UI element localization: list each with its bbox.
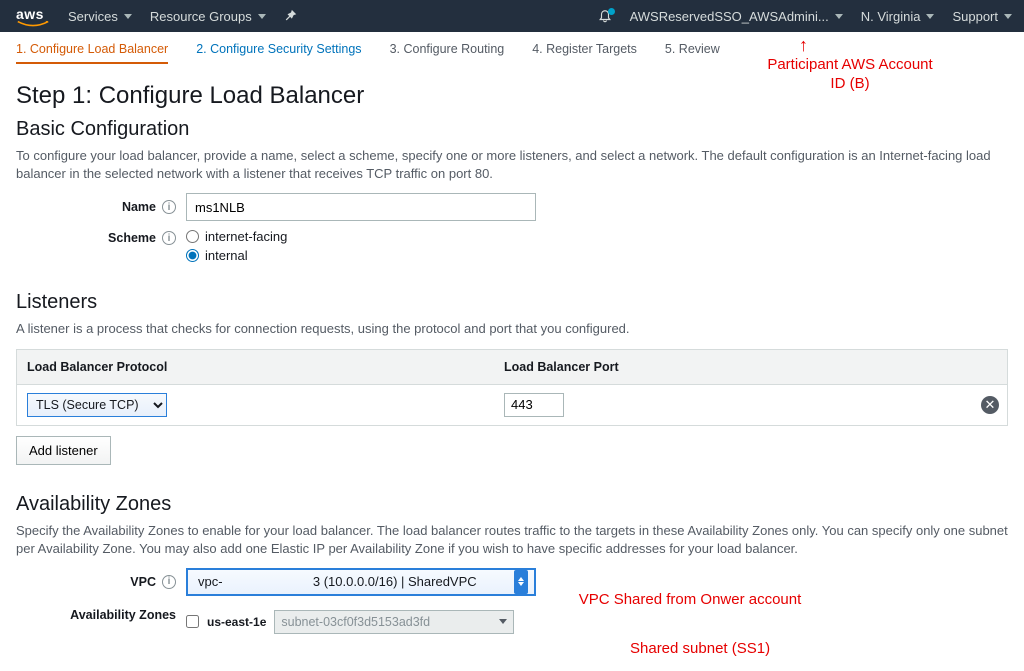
nav-resource-groups[interactable]: Resource Groups — [150, 9, 266, 24]
listeners-table: Load Balancer Protocol Load Balancer Por… — [16, 349, 1008, 426]
chevron-down-icon — [124, 14, 132, 19]
nav-region[interactable]: N. Virginia — [861, 9, 935, 24]
nav-resource-groups-label: Resource Groups — [150, 9, 252, 24]
listeners-hint: A listener is a process that checks for … — [16, 320, 1008, 338]
az-heading: Availability Zones — [16, 493, 1008, 516]
info-icon[interactable]: i — [162, 231, 176, 245]
col-port: Load Balancer Port — [494, 350, 971, 384]
subnet-value: subnet-03cf0f3d5153ad3fd — [281, 615, 430, 629]
basic-hint: To configure your load balancer, provide… — [16, 147, 1008, 183]
protocol-select[interactable]: TLS (Secure TCP) — [27, 393, 167, 417]
scheme-internal[interactable]: internal — [186, 248, 287, 263]
info-icon[interactable]: i — [162, 200, 176, 214]
nav-region-label: N. Virginia — [861, 9, 921, 24]
nav-services-label: Services — [68, 9, 118, 24]
row-az: Availability Zones us-east-1e subnet-03c… — [16, 604, 1008, 634]
chevron-down-icon — [1004, 14, 1012, 19]
vpc-value: vpc- 3 (10.0.0.0/16) | SharedVPC — [198, 574, 477, 589]
info-icon[interactable]: i — [162, 575, 176, 589]
az-checkbox[interactable] — [186, 615, 199, 628]
port-input[interactable] — [504, 393, 564, 417]
close-icon: ✕ — [985, 398, 996, 411]
chevron-down-icon — [835, 14, 843, 19]
row-name: Name i — [16, 193, 1008, 221]
scheme-radio-internet[interactable] — [186, 230, 199, 243]
chevron-down-icon — [258, 14, 266, 19]
chevron-down-icon — [926, 14, 934, 19]
wizard-step-1[interactable]: 1. Configure Load Balancer — [16, 42, 168, 64]
aws-logo[interactable]: aws — [16, 5, 50, 28]
col-protocol: Load Balancer Protocol — [17, 350, 494, 384]
row-scheme: Scheme i internet-facing internal — [16, 229, 1008, 263]
pin-icon[interactable] — [284, 9, 298, 23]
az-hint: Specify the Availability Zones to enable… — [16, 522, 1008, 558]
notification-dot-icon — [608, 8, 615, 15]
scheme-radio-internal[interactable] — [186, 249, 199, 262]
nav-account-label: AWSReservedSSO_AWSAdmini... — [630, 9, 829, 24]
nav-account[interactable]: AWSReservedSSO_AWSAdmini... — [630, 9, 843, 24]
wizard-step-4[interactable]: 4. Register Targets — [532, 42, 637, 64]
main-content: Step 1: Configure Load Balancer Basic Co… — [0, 72, 1024, 658]
az-label: Availability Zones — [70, 608, 176, 622]
aws-topnav: aws Services Resource Groups AWSReserved… — [0, 0, 1024, 32]
scheme-internet-label: internet-facing — [205, 229, 287, 244]
wizard-step-5[interactable]: 5. Review — [665, 42, 720, 64]
nav-services[interactable]: Services — [68, 9, 132, 24]
remove-listener-button[interactable]: ✕ — [981, 396, 999, 414]
vpc-label: VPC — [130, 575, 156, 589]
row-vpc: VPC i vpc- 3 (10.0.0.0/16) | SharedVPC — [16, 568, 1008, 596]
wizard-step-2[interactable]: 2. Configure Security Settings — [196, 42, 361, 64]
scheme-label: Scheme — [108, 231, 156, 245]
scheme-internal-label: internal — [205, 248, 248, 263]
aws-smile-icon — [16, 20, 50, 28]
basic-heading: Basic Configuration — [16, 118, 1008, 141]
notifications-button[interactable] — [598, 9, 612, 23]
az-zone-row: us-east-1e subnet-03cf0f3d5153ad3fd — [186, 610, 514, 634]
wizard-step-3[interactable]: 3. Configure Routing — [390, 42, 505, 64]
name-label: Name — [122, 200, 156, 214]
add-listener-button[interactable]: Add listener — [16, 436, 111, 465]
subnet-select[interactable]: subnet-03cf0f3d5153ad3fd — [274, 610, 514, 634]
name-input[interactable] — [186, 193, 536, 221]
listener-row: TLS (Secure TCP) ✕ — [17, 385, 1007, 425]
nav-support-label: Support — [952, 9, 998, 24]
scheme-internet-facing[interactable]: internet-facing — [186, 229, 287, 244]
page-title: Step 1: Configure Load Balancer — [16, 82, 1008, 110]
wizard-steps: 1. Configure Load Balancer 2. Configure … — [0, 32, 1024, 72]
az-name: us-east-1e — [207, 615, 266, 629]
vpc-select[interactable]: vpc- 3 (10.0.0.0/16) | SharedVPC — [186, 568, 536, 596]
nav-support[interactable]: Support — [952, 9, 1012, 24]
chevron-down-icon — [499, 619, 507, 624]
listeners-heading: Listeners — [16, 291, 1008, 314]
stepper-icon — [514, 570, 528, 594]
